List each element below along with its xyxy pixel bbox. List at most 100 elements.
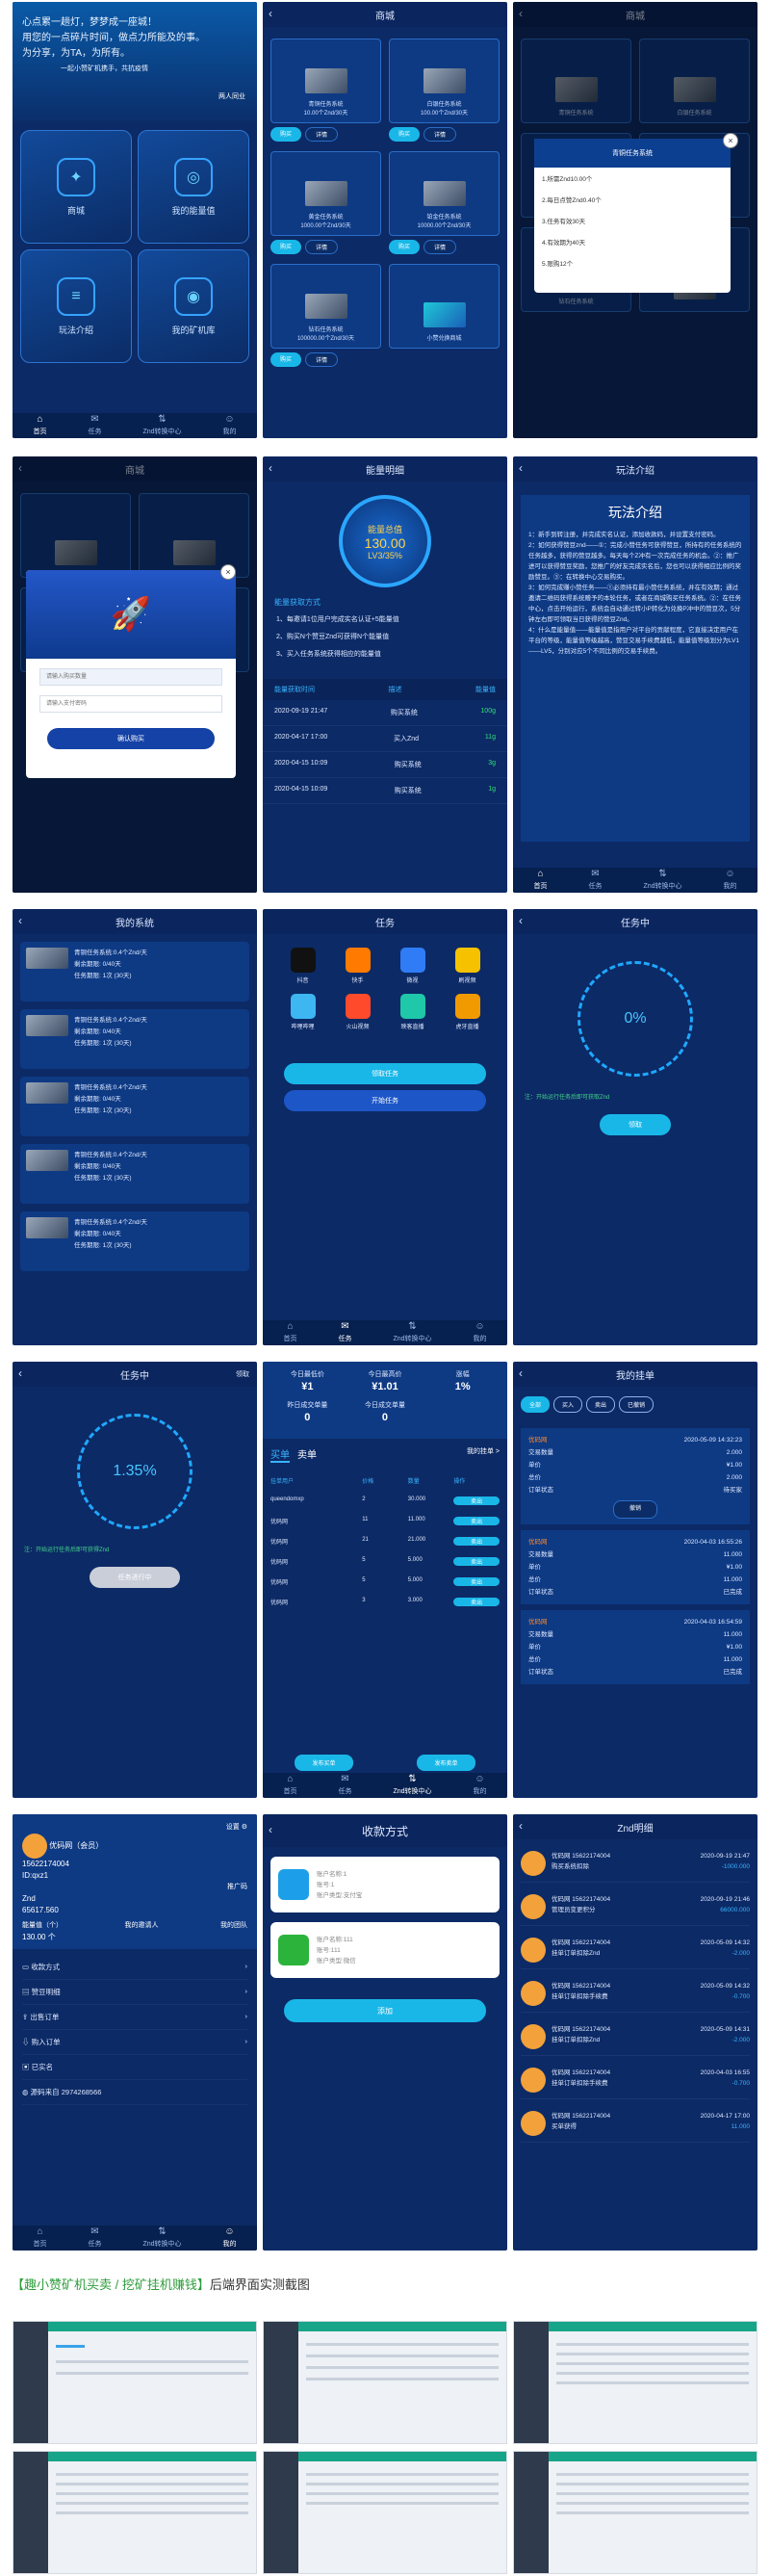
tab-znd[interactable]: ⇅ Znd转换中心	[643, 870, 681, 891]
tab-home[interactable]: ⌂ 首页	[283, 1775, 296, 1796]
tab-task[interactable]: ✉ 任务	[338, 1322, 351, 1343]
tab-task[interactable]: ✉ 任务	[588, 870, 602, 891]
system-card[interactable]: 青铜任务系统:0.4个Znd/天 剩余期限: 0/40天 任务期限: 1次 (30天…	[20, 1144, 249, 1204]
tab-all[interactable]: 全部	[521, 1396, 551, 1413]
detail-button[interactable]: 详情	[305, 240, 339, 254]
menu-item-sell-orders[interactable]: ⇪ 出售订单 ›	[22, 2005, 247, 2030]
app-item[interactable]: 哔哩哔哩	[278, 994, 327, 1030]
tab-home[interactable]: ⌂ 首页	[533, 870, 547, 891]
tab-znd[interactable]: ⇅ Znd转换中心	[142, 2227, 181, 2249]
tab-mine[interactable]: ☺ 我的	[474, 1775, 487, 1796]
start-task-button[interactable]: 开始任务	[284, 1090, 486, 1111]
confirm-purchase-button[interactable]: 确认购买	[47, 728, 215, 749]
menu-item-payment[interactable]: ▭ 收款方式 ›	[22, 1955, 247, 1980]
section-title: 能量获取方式	[274, 598, 321, 607]
tab-znd[interactable]: ⇅ Znd转换中心	[393, 1775, 431, 1796]
settings-link[interactable]: 设置 ⚙	[22, 1822, 247, 1834]
add-payment-button[interactable]: 添加	[284, 1999, 486, 2022]
tab-buy[interactable]: 买入	[553, 1396, 583, 1413]
back-icon[interactable]: ‹	[519, 461, 523, 475]
product-card[interactable]: 黄金任务系统 1000.00个Znd/30天	[270, 151, 381, 236]
claim-link[interactable]: 领取	[236, 1369, 249, 1379]
product-card[interactable]: 铂金任务系统 10000.00个Znd/30天	[389, 151, 500, 236]
back-icon[interactable]: ‹	[18, 1366, 22, 1380]
payment-card-wechat[interactable]: 账户名称:111 账号:111 账户类型:微信	[270, 1922, 500, 1978]
app-item[interactable]: 映客直播	[388, 994, 437, 1030]
app-item[interactable]: 微视	[388, 948, 437, 984]
buy-button[interactable]: 购买	[270, 127, 302, 142]
back-icon[interactable]: ‹	[519, 1819, 523, 1833]
sell-button[interactable]: 卖出	[453, 1557, 500, 1566]
app-item[interactable]: 虎牙直播	[443, 994, 492, 1030]
system-card[interactable]: 青铜任务系统:0.4个Znd/天 剩余期限: 0/40天 任务期限: 1次 (30天…	[20, 1077, 249, 1136]
inviter-link[interactable]: 我的邀请人	[125, 1920, 159, 1932]
product-card[interactable]: 白银任务系统 100.00个Znd/30天	[389, 39, 500, 123]
password-input[interactable]	[39, 695, 222, 713]
tab-mine[interactable]: ☺ 我的	[223, 2227, 237, 2249]
tab-sell[interactable]: 卖单	[297, 1446, 317, 1463]
close-icon[interactable]: ×	[723, 133, 738, 148]
tab-task[interactable]: ✉ 任务	[88, 2227, 101, 2249]
back-icon[interactable]: ‹	[269, 7, 272, 20]
product-card[interactable]: 青铜任务系统 10.00个Znd/30天	[270, 39, 381, 123]
buy-button[interactable]: 购买	[389, 127, 421, 142]
app-item[interactable]: 火山视频	[333, 994, 382, 1030]
tab-znd[interactable]: ⇅ Znd转换中心	[142, 415, 181, 436]
quantity-input[interactable]	[39, 668, 222, 686]
tab-task[interactable]: ✉ 任务	[338, 1775, 351, 1796]
qr-link[interactable]: 推广码	[22, 1882, 247, 1893]
back-icon[interactable]: ‹	[269, 1823, 272, 1836]
back-icon[interactable]: ‹	[519, 914, 523, 927]
detail-button[interactable]: 详情	[305, 352, 339, 367]
tab-sell[interactable]: 卖出	[586, 1396, 616, 1413]
system-card[interactable]: 青铜任务系统:0.4个Znd/天 剩余期限: 0/40天 任务期限: 1次 (30天…	[20, 1211, 249, 1271]
payment-card-alipay[interactable]: 账户名称:1 账号:1 账户类型:支付宝	[270, 1857, 500, 1912]
publish-sell-button[interactable]: 发布卖单	[417, 1755, 475, 1771]
detail-button[interactable]: 详情	[305, 127, 339, 142]
tab-znd[interactable]: ⇅ Znd转换中心	[393, 1322, 431, 1343]
back-icon[interactable]: ‹	[269, 461, 272, 475]
tab-mine[interactable]: ☺ 我的	[724, 870, 737, 891]
publish-buy-button[interactable]: 发布买单	[295, 1755, 353, 1771]
tile-rules[interactable]: ≡ 玩法介绍	[20, 249, 132, 363]
claim-button[interactable]: 领取	[600, 1114, 671, 1135]
app-item[interactable]: 快手	[333, 948, 382, 984]
tab-home[interactable]: ⌂ 首页	[33, 2227, 46, 2249]
tab-cancelled[interactable]: 已撤销	[619, 1396, 654, 1413]
sell-button[interactable]: 卖出	[453, 1598, 500, 1606]
tab-home[interactable]: ⌂ 首页	[283, 1322, 296, 1343]
tab-task[interactable]: ✉ 任务	[88, 415, 101, 436]
buy-button[interactable]: 购买	[389, 240, 421, 254]
buy-button[interactable]: 购买	[270, 352, 302, 367]
sell-button[interactable]: 卖出	[453, 1577, 500, 1586]
sell-button[interactable]: 卖出	[453, 1496, 500, 1505]
cancel-order-button[interactable]: 撤销	[612, 1500, 657, 1519]
sell-button[interactable]: 卖出	[453, 1517, 500, 1525]
sell-button[interactable]: 卖出	[453, 1537, 500, 1546]
my-orders-link[interactable]: 我的挂单 >	[467, 1446, 500, 1463]
menu-item-bean-detail[interactable]: ▤ 赞豆明细 ›	[22, 1980, 247, 2005]
menu-item-verified[interactable]: ▣ 已实名	[22, 2055, 247, 2080]
tab-mine[interactable]: ☺ 我的	[474, 1322, 487, 1343]
tile-shop[interactable]: ✦ 商城	[20, 130, 132, 244]
system-card[interactable]: 青铜任务系统:0.4个Znd/天 剩余期限: 0/40天 任务期限: 1次 (30天…	[20, 942, 249, 1002]
tab-mine[interactable]: ☺ 我的	[223, 415, 237, 436]
back-icon[interactable]: ‹	[519, 1366, 523, 1380]
back-icon[interactable]: ‹	[18, 914, 22, 927]
product-card[interactable]: 钻石任务系统 100000.00个Znd/30天	[270, 264, 381, 349]
detail-button[interactable]: 详情	[424, 127, 457, 142]
team-link[interactable]: 我的团队	[220, 1920, 247, 1932]
buy-button[interactable]: 购买	[270, 240, 302, 254]
close-icon[interactable]: ×	[220, 564, 236, 580]
tile-energy[interactable]: ◎ 我的能量值	[138, 130, 249, 244]
tile-miner-library[interactable]: ◉ 我的矿机库	[138, 249, 249, 363]
menu-item-buy-orders[interactable]: ⇩ 购入订单 ›	[22, 2030, 247, 2055]
tab-buy[interactable]: 买单	[270, 1446, 290, 1463]
detail-button[interactable]: 详情	[424, 240, 457, 254]
app-item[interactable]: 刷视频	[443, 948, 492, 984]
product-card[interactable]: 小赞兑换商城	[389, 264, 500, 349]
app-item[interactable]: 抖音	[278, 948, 327, 984]
tab-home[interactable]: ⌂ 首页	[33, 415, 46, 436]
system-card[interactable]: 青铜任务系统:0.4个Znd/天 剩余期限: 0/40天 任务期限: 1次 (30天…	[20, 1009, 249, 1069]
get-task-button[interactable]: 领取任务	[284, 1063, 486, 1084]
